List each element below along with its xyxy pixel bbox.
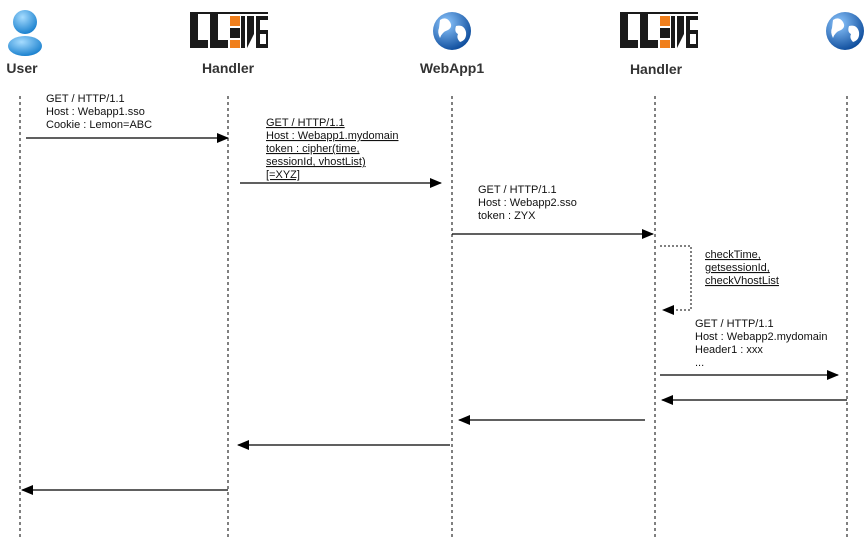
message-handler-to-webapp1: GET / HTTP/1.1 Host : Webapp1.mydomain t… bbox=[240, 117, 442, 188]
lemonldap-logo bbox=[620, 12, 698, 50]
message-handler2-self-check: checkTime, getsessionId, checkVhostList bbox=[660, 245, 779, 315]
message-line: Host : Webapp2.sso bbox=[478, 197, 577, 209]
actor-label-handler-2: Handler bbox=[630, 61, 683, 77]
arrow bbox=[660, 245, 692, 315]
message-line: Header1 : xxx bbox=[695, 344, 763, 356]
message-line: checkVhostList bbox=[705, 275, 779, 287]
message-line: token : cipher(time, bbox=[266, 143, 360, 155]
globe-icon bbox=[826, 12, 864, 50]
message-webapp1-to-handler2: GET / HTTP/1.1 Host : Webapp2.sso token … bbox=[452, 184, 654, 239]
message-line: Host : Webapp1.mydomain bbox=[266, 130, 398, 142]
message-line: getsessionId, bbox=[705, 262, 770, 274]
message-user-to-handler: GET / HTTP/1.1 Host : Webapp1.sso Cookie… bbox=[26, 93, 229, 143]
actor-label-webapp1: WebApp1 bbox=[420, 60, 485, 76]
message-line: Cookie : Lemon=ABC bbox=[46, 119, 152, 131]
message-line: token : ZYX bbox=[478, 210, 536, 222]
actor-label-handler-1: Handler bbox=[202, 60, 255, 76]
message-handler2-to-webapp2: GET / HTTP/1.1 Host : Webapp2.mydomain H… bbox=[660, 318, 839, 380]
message-line: [=XYZ] bbox=[266, 169, 300, 181]
message-line: Host : Webapp2.mydomain bbox=[695, 331, 827, 343]
globe-icon bbox=[433, 12, 471, 50]
message-line: ... bbox=[695, 357, 704, 369]
sequence-diagram: User Handler WebApp1 Handler GET / HTTP/… bbox=[6, 10, 864, 540]
message-line: GET / HTTP/1.1 bbox=[478, 184, 557, 196]
message-line: Host : Webapp1.sso bbox=[46, 106, 145, 118]
message-line: sessionId, vhostList) bbox=[266, 156, 366, 168]
message-line: GET / HTTP/1.1 bbox=[266, 117, 345, 129]
lemonldap-logo bbox=[190, 12, 268, 50]
user-icon bbox=[8, 10, 42, 56]
message-line: checkTime, bbox=[705, 249, 761, 261]
message-line: GET / HTTP/1.1 bbox=[46, 93, 125, 105]
actor-label-user: User bbox=[6, 60, 38, 76]
message-line: GET / HTTP/1.1 bbox=[695, 318, 774, 330]
